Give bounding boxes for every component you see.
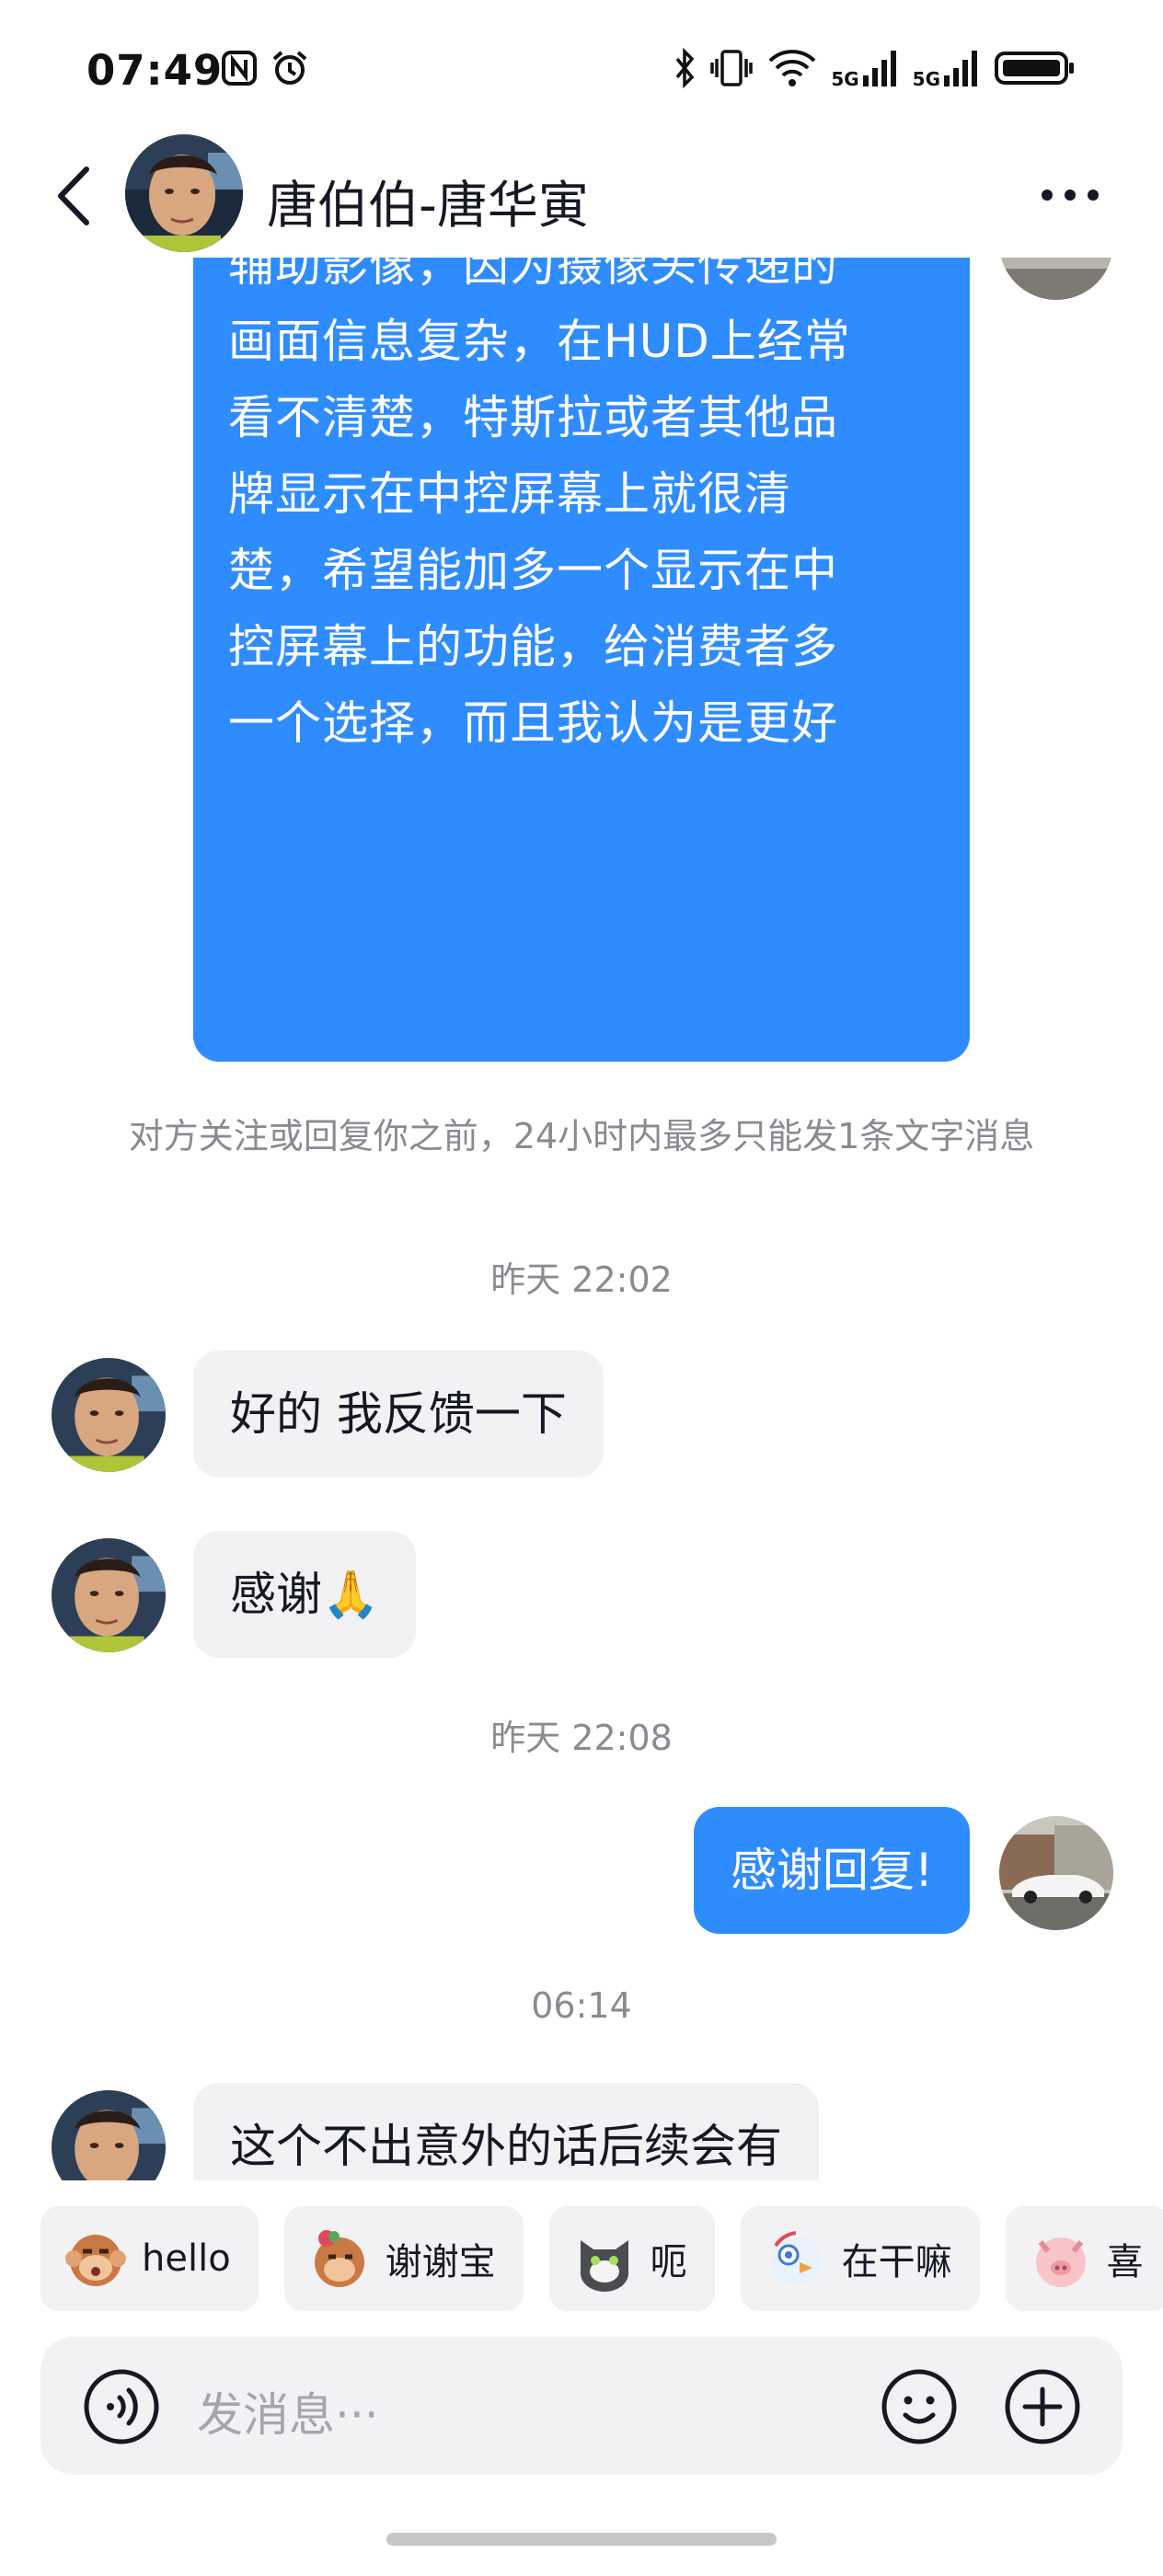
message-list[interactable]: 前开了3年特斯拉，目前用车唯 一让我觉得不喜欢的就是转向 辅助影像，因为摄像头传… [0,258,1163,2180]
quick-reply-whatsup[interactable]: 在干嘛 [740,2206,980,2311]
signal-bars-icon [944,51,977,86]
outgoing-message[interactable]: 感谢回复! [693,1807,970,1934]
message-text: 前开了3年特斯拉，目前用车唯 一让我觉得不喜欢的就是转向 辅助影像，因为摄像头传… [228,258,851,750]
cell-signal-1: 5G [831,48,899,88]
quick-reply-er[interactable]: 呃 [548,2206,715,2311]
cat-sticker-icon [580,2240,628,2292]
status-time: 07:49 [86,46,224,95]
avatar-photo [52,2090,166,2180]
contact-message-avatar[interactable] [52,2090,166,2180]
nfc-icon [222,51,257,86]
timestamp: 昨天 22:02 [490,1259,673,1300]
my-avatar[interactable] [999,1816,1113,1930]
status-bar: 07:49 5G 5G [0,0,1163,138]
monkey-flower-sticker-icon [314,2230,364,2287]
voice-button[interactable] [83,2368,160,2445]
message-composer: 发消息··· [40,2337,1123,2475]
outgoing-message[interactable]: 前开了3年特斯拉，目前用车唯 一让我觉得不喜欢的就是转向 辅助影像，因为摄像头传… [193,258,970,1062]
quick-reply-hello[interactable]: hello [40,2206,259,2311]
status-right-icons: 5G 5G [674,48,1077,88]
avatar-photo [999,258,1113,300]
more-dots-icon [1042,190,1099,201]
signal-bars-icon [862,51,896,86]
smiley-icon [881,2369,957,2444]
voice-icon [84,2369,159,2444]
battery-icon [995,52,1074,85]
quick-reply-label: 在干嘛 [841,2241,952,2283]
network-label-2: 5G [912,68,940,90]
status-left-icons [221,50,309,86]
quick-reply-label: 喜 [1106,2241,1144,2283]
quick-reply-label: hello [142,2237,231,2280]
quick-reply-happy[interactable]: 喜 [1005,2206,1163,2311]
incoming-message[interactable]: 这个不出意外的话后续会有 [193,2083,819,2180]
pig-sticker-icon [1035,2237,1086,2287]
chevron-left-icon [58,167,89,225]
timestamp: 06:14 [531,1985,632,2026]
bird-sticker-icon [770,2231,821,2285]
network-label-1: 5G [831,68,859,90]
avatar-photo [999,1816,1113,1930]
more-button[interactable] [1038,177,1102,213]
back-button[interactable] [48,164,103,228]
cell-signal-2: 5G [913,48,981,88]
wifi-icon [768,50,816,86]
incoming-message[interactable]: 好的 我反馈一下 [193,1351,604,1478]
contact-avatar[interactable] [125,134,243,252]
home-indicator[interactable] [386,2533,777,2546]
system-notice: 对方关注或回复你之前，24小时内最多只能发1条文字消息 [128,1116,1035,1156]
contact-message-avatar[interactable] [52,1538,166,1652]
incoming-message[interactable]: 感谢🙏 [193,1531,417,1658]
quick-reply-thanks[interactable]: 谢谢宝 [283,2206,524,2311]
quick-reply-label: 呃 [650,2241,687,2283]
bluetooth-icon [675,48,695,88]
message-faded-text: 的方案 [228,961,352,1008]
quick-reply-bar: hello 谢谢宝 呃 在干嘛 喜 [40,2206,1163,2311]
vibrate-icon [710,50,754,86]
plus-circle-icon [1005,2369,1080,2444]
message-input[interactable]: 发消息··· [197,2378,379,2444]
my-avatar[interactable] [999,258,1113,300]
more-actions-button[interactable] [1003,2367,1082,2446]
avatar-photo [125,134,243,252]
chat-title: 唐伯伯-唐华寅 [267,176,589,235]
quick-reply-label: 谢谢宝 [385,2241,496,2283]
contact-message-avatar[interactable] [52,1358,166,1472]
monkey-sticker-icon [65,2235,126,2286]
avatar-photo [52,1358,166,1472]
alarm-icon [272,51,307,85]
avatar-photo [52,1538,166,1652]
emoji-button[interactable] [880,2367,959,2446]
timestamp: 昨天 22:08 [490,1718,673,1758]
